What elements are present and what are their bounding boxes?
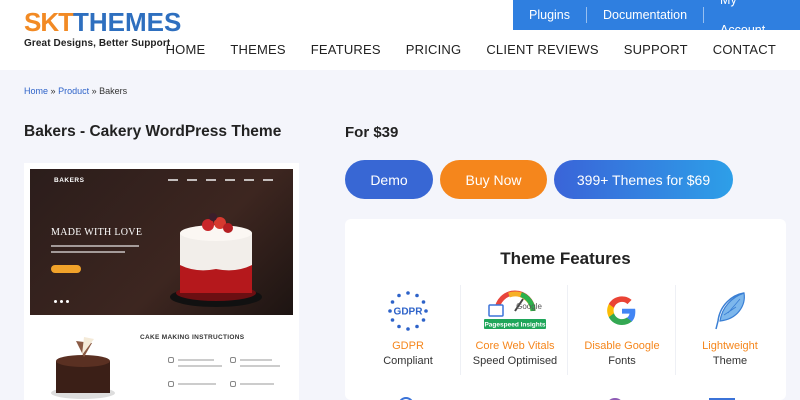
preview-hero-button — [51, 265, 81, 273]
nav-item-features[interactable]: FEATURES — [311, 42, 381, 57]
preview-slider-dots — [54, 300, 69, 303]
preview-feature-icon — [168, 381, 174, 387]
feature-lightweight-title: Lightweight — [702, 340, 758, 352]
feature-row2-icon — [399, 397, 413, 400]
breadcrumb-home[interactable]: Home — [24, 86, 48, 96]
preview-hero-text: MADE WITH LOVE — [51, 227, 143, 238]
preview-feature-line — [178, 365, 222, 367]
svg-text:Pagespeed Insights: Pagespeed Insights — [484, 322, 545, 329]
breadcrumb-product[interactable]: Product — [58, 86, 89, 96]
feature-core-web-vitals: Google Pagespeed Insights Core Web Vital… — [460, 289, 570, 367]
chocolate-cake-image — [51, 337, 115, 399]
nav-item-themes[interactable]: THEMES — [230, 42, 285, 57]
theme-preview-card[interactable]: BAKERS MADE WITH LOVE CAKE MAKING INSTRU… — [24, 163, 299, 400]
nav-item-support[interactable]: SUPPORT — [624, 42, 688, 57]
logo-wordmark: SKTTHEMES — [24, 7, 182, 37]
feature-lightweight: Lightweight Theme — [675, 289, 785, 367]
feature-disable-google-fonts: Disable Google Fonts — [567, 289, 677, 367]
cake-image — [170, 213, 262, 307]
page-title: Bakers - Cakery WordPress Theme — [24, 123, 282, 140]
feature-disable-google-fonts-subtitle: Fonts — [608, 355, 636, 367]
svg-text:Google: Google — [516, 302, 542, 311]
breadcrumb-separator: » — [50, 86, 56, 96]
preview-section-title: CAKE MAKING INSTRUCTIONS — [140, 334, 245, 341]
gdpr-icon: GDPR — [387, 290, 429, 332]
feature-core-web-vitals-title: Core Web Vitals — [475, 340, 555, 352]
feature-row2-icon — [709, 398, 735, 400]
feature-lightweight-subtitle: Theme — [712, 355, 748, 367]
feather-icon — [715, 292, 745, 330]
site-header: SKTTHEMES Great Designs, Better Support … — [0, 0, 800, 70]
demo-button[interactable]: Demo — [345, 160, 433, 199]
feature-disable-google-fonts-title: Disable Google — [584, 340, 660, 352]
preview-text-line — [51, 245, 139, 247]
preview-feature-line — [240, 365, 280, 367]
breadcrumb-current: Bakers — [99, 86, 128, 96]
feature-gdpr-title: GDPR — [392, 340, 424, 352]
preview-brand: BAKERS — [54, 177, 85, 184]
theme-preview-hero: BAKERS MADE WITH LOVE — [30, 169, 293, 315]
preview-feature-line — [240, 359, 272, 361]
topbar-link-documentation[interactable]: Documentation — [587, 0, 703, 30]
svg-text:GDPR: GDPR — [394, 307, 424, 318]
breadcrumb: Home » Product » Bakers — [24, 86, 127, 96]
preview-feature-line — [240, 383, 274, 385]
theme-features-panel: Theme Features GDPR GDPR Compliant Googl… — [345, 219, 786, 400]
preview-feature-icon — [230, 357, 236, 363]
nav-item-contact[interactable]: CONTACT — [713, 42, 776, 57]
nav-item-pricing[interactable]: PRICING — [406, 42, 462, 57]
feature-gdpr-subtitle: Compliant — [383, 355, 433, 367]
pagespeed-icon: Google Pagespeed Insights — [484, 290, 546, 329]
nav-item-client-reviews[interactable]: CLIENT REVIEWS — [486, 42, 598, 57]
breadcrumb-separator: » — [91, 86, 97, 96]
preview-text-line — [51, 251, 125, 253]
main-nav: HOME THEMES FEATURES PRICING CLIENT REVI… — [141, 42, 776, 57]
bundle-offer-button[interactable]: 399+ Themes for $69 — [554, 160, 733, 199]
preview-feature-line — [178, 359, 214, 361]
feature-gdpr: GDPR GDPR Compliant — [353, 289, 463, 367]
topbar-link-plugins[interactable]: Plugins — [513, 0, 586, 30]
preview-feature-line — [178, 383, 216, 385]
product-price: For $39 — [345, 124, 399, 141]
preview-nav — [168, 179, 273, 181]
nav-item-home[interactable]: HOME — [166, 42, 206, 57]
feature-core-web-vitals-subtitle: Speed Optimised — [472, 355, 558, 367]
theme-preview-section: CAKE MAKING INSTRUCTIONS — [30, 323, 293, 400]
top-utility-bar: Plugins Documentation My Account — [513, 0, 800, 37]
feature-row2-icon — [609, 398, 621, 400]
buy-now-button[interactable]: Buy Now — [440, 160, 547, 199]
google-icon — [607, 296, 636, 325]
preview-feature-icon — [230, 381, 236, 387]
preview-feature-icon — [168, 357, 174, 363]
topbar-link-my-account[interactable]: My Account — [704, 0, 800, 45]
theme-features-heading: Theme Features — [500, 249, 631, 268]
